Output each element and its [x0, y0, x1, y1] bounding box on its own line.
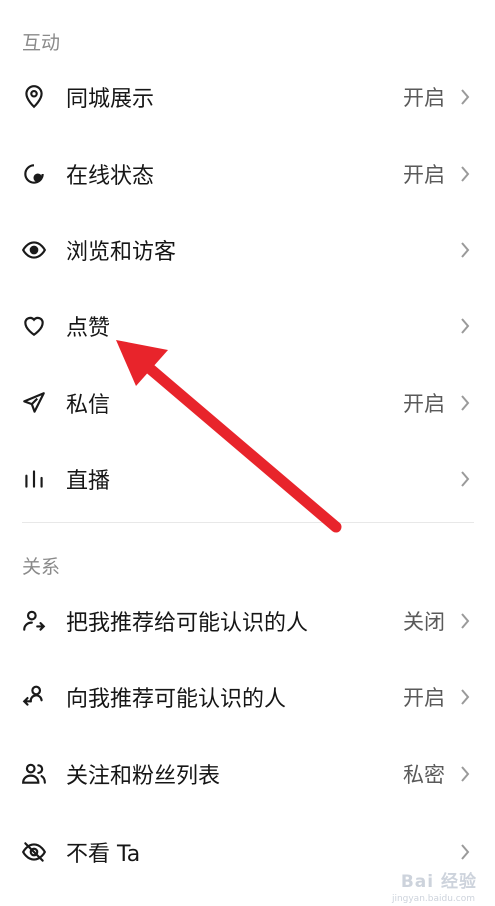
users-icon: [20, 760, 48, 788]
chevron-right-icon: [461, 844, 470, 860]
heart-icon: [20, 312, 48, 340]
row-label: 在线状态: [66, 164, 155, 189]
row-value: 开启: [403, 86, 445, 110]
row-value: 开启: [403, 392, 445, 416]
setting-row-live[interactable]: 直播: [0, 449, 495, 509]
row-label: 私信: [66, 393, 111, 418]
row-label: 把我推荐给可能认识的人: [66, 611, 309, 636]
online-status-icon: [20, 160, 48, 188]
row-value: 私密: [403, 763, 445, 787]
setting-row-recommend-me[interactable]: 把我推荐给可能认识的人 关闭: [0, 591, 495, 651]
chevron-right-icon: [461, 166, 470, 182]
eye-icon: [20, 236, 48, 264]
row-label: 关注和粉丝列表: [66, 764, 221, 789]
live-bars-icon: [20, 465, 48, 493]
user-share-icon: [20, 607, 48, 635]
chevron-right-icon: [461, 89, 470, 105]
row-value: 开启: [403, 686, 445, 710]
chevron-right-icon: [461, 395, 470, 411]
baidu-watermark-logo: Bai 经验: [400, 872, 477, 892]
row-label: 不看 Ta: [66, 842, 141, 867]
user-recommend-icon: [20, 683, 48, 711]
row-value: 开启: [403, 163, 445, 187]
row-label: 向我推荐可能认识的人: [66, 687, 287, 712]
chevron-right-icon: [461, 318, 470, 334]
chevron-right-icon: [461, 471, 470, 487]
baidu-watermark-url: jingyan.baidu.com: [391, 894, 475, 904]
row-value: 关闭: [403, 610, 445, 634]
setting-row-browse-visitors[interactable]: 浏览和访客: [0, 220, 495, 280]
setting-row-recommend-to-me[interactable]: 向我推荐可能认识的人 开启: [0, 667, 495, 727]
section-title-interaction: 互动: [22, 32, 61, 54]
chevron-right-icon: [461, 242, 470, 258]
send-icon: [20, 389, 48, 417]
setting-row-online-status[interactable]: 在线状态 开启: [0, 144, 495, 204]
chevron-right-icon: [461, 766, 470, 782]
row-label: 点赞: [66, 316, 111, 341]
chevron-right-icon: [461, 613, 470, 629]
setting-row-same-city[interactable]: 同城展示 开启: [0, 67, 495, 127]
row-label: 同城展示: [66, 87, 155, 112]
section-divider: [22, 522, 474, 523]
setting-row-likes[interactable]: 点赞: [0, 296, 495, 356]
row-label: 直播: [66, 469, 111, 494]
row-label: 浏览和访客: [66, 240, 177, 265]
location-pin-icon: [20, 83, 48, 111]
setting-row-messages[interactable]: 私信 开启: [0, 373, 495, 433]
setting-row-follow-fans-list[interactable]: 关注和粉丝列表 私密: [0, 744, 495, 804]
eye-off-icon: [20, 838, 48, 866]
chevron-right-icon: [461, 689, 470, 705]
section-title-relations: 关系: [22, 556, 61, 578]
